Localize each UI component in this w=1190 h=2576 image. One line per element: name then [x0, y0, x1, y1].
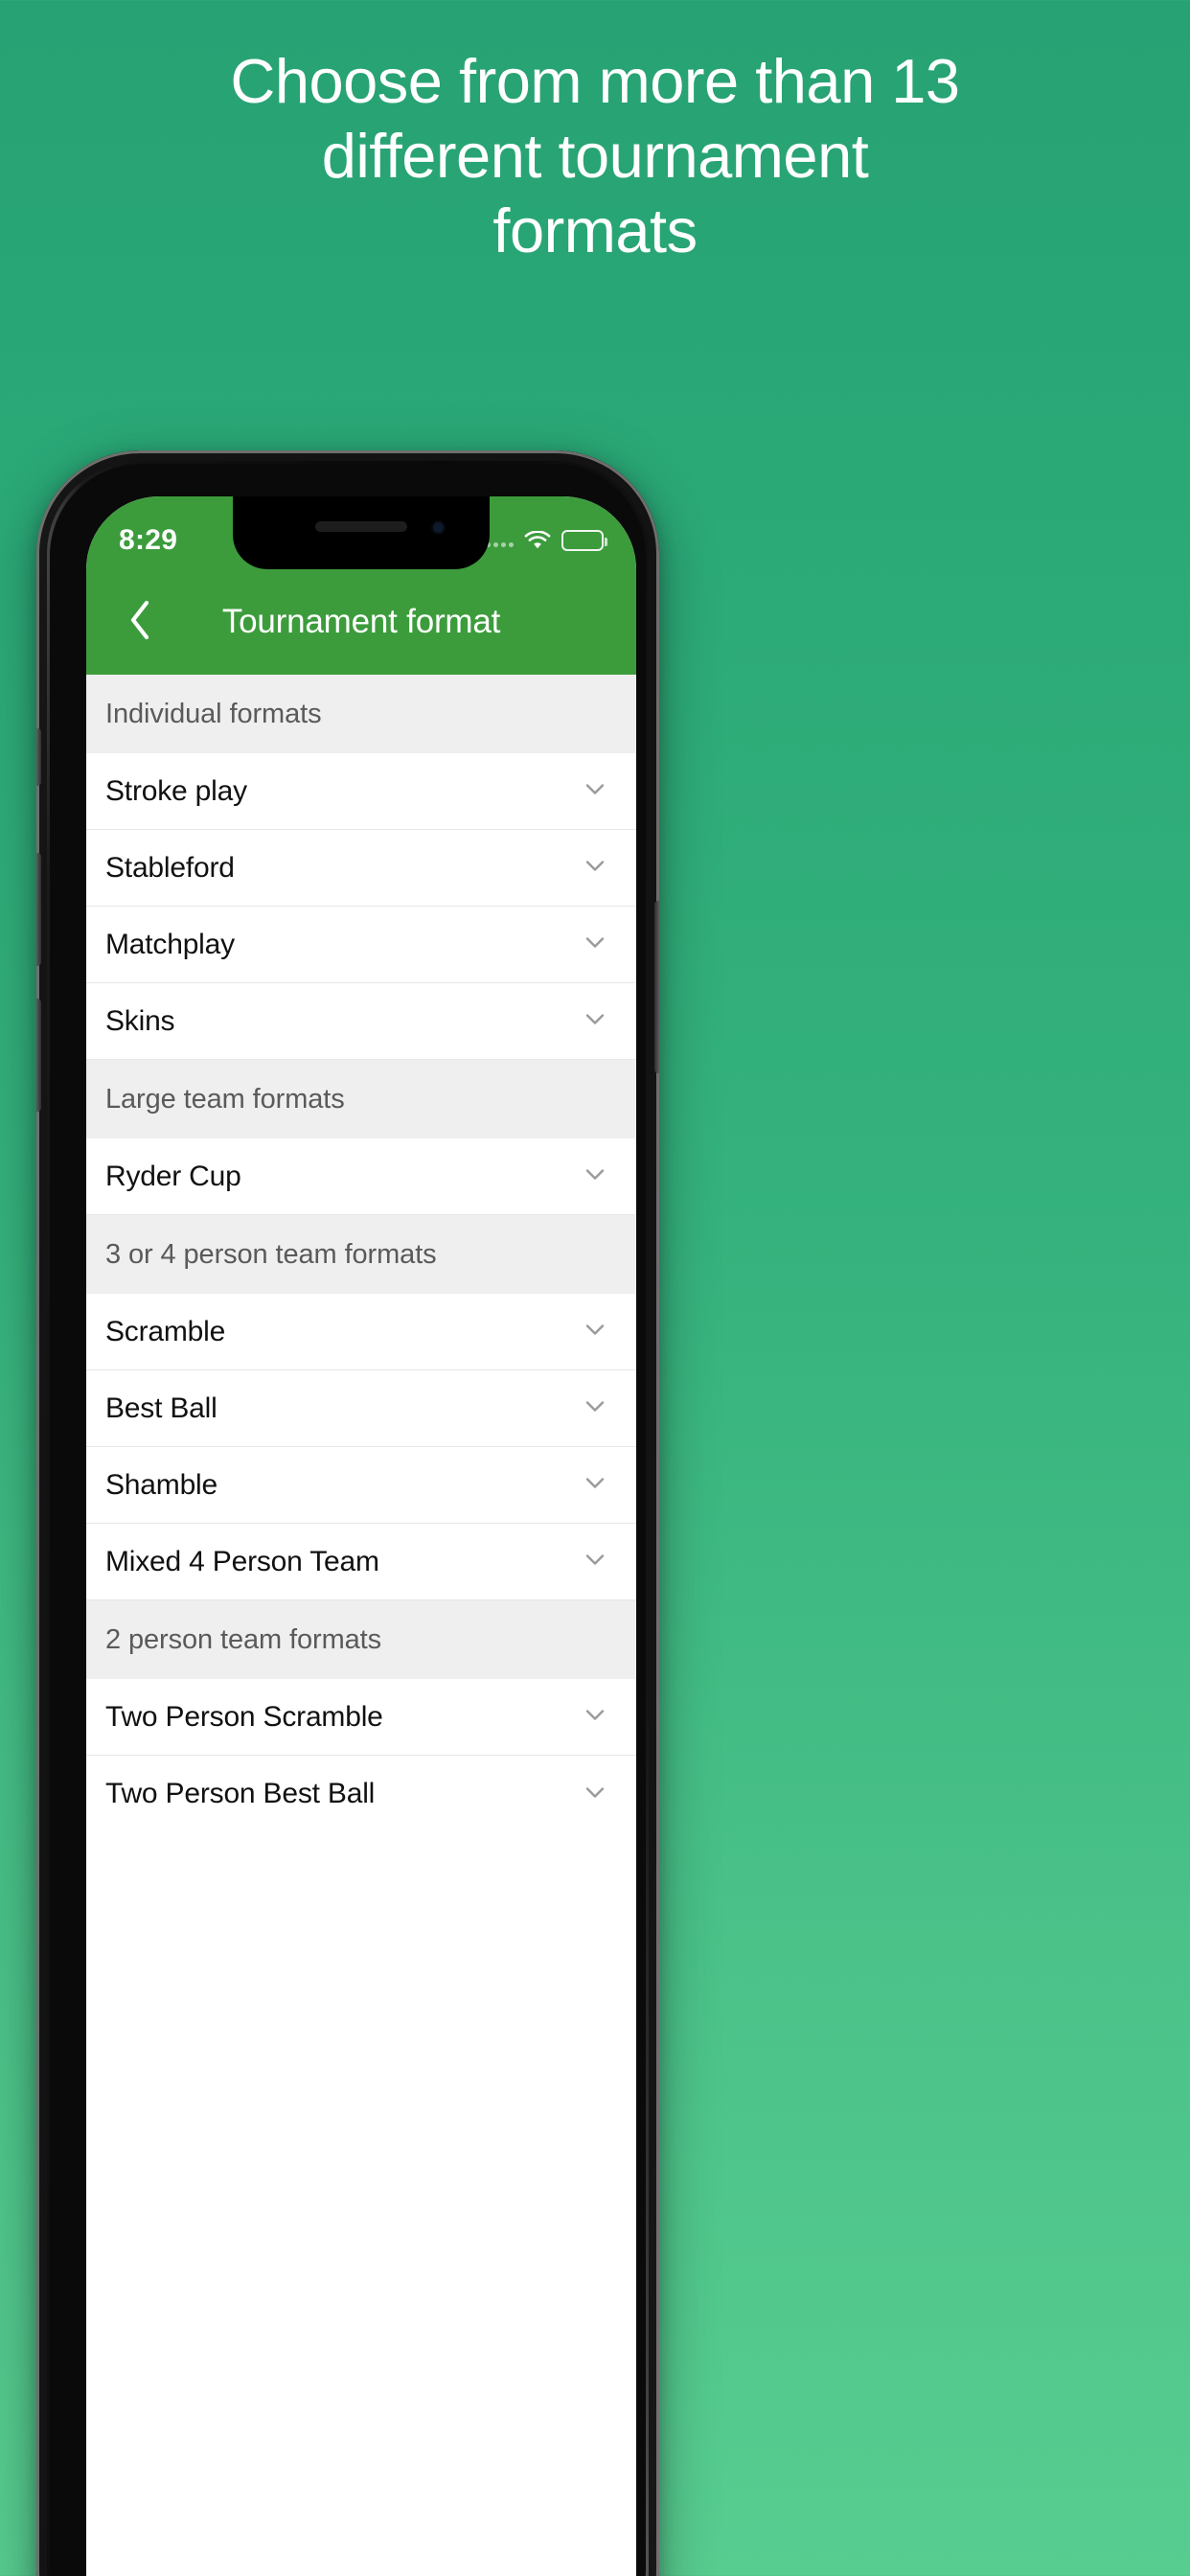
mute-switch-button[interactable] — [36, 728, 41, 786]
format-row-label: Scramble — [105, 1315, 226, 1347]
promo-headline-line-3: formats — [492, 195, 698, 265]
format-row-label: Two Person Best Ball — [105, 1778, 376, 1809]
chevron-down-icon[interactable] — [583, 1006, 607, 1036]
section-header: 3 or 4 person team formats — [86, 1215, 636, 1294]
format-row-label: Best Ball — [105, 1392, 217, 1424]
format-row[interactable]: Skins — [86, 983, 636, 1060]
chevron-down-icon[interactable] — [583, 1393, 607, 1423]
section-header: Individual formats — [86, 675, 636, 753]
format-row-label: Two Person Scramble — [105, 1700, 383, 1733]
format-row[interactable]: Stroke play — [86, 753, 636, 830]
format-row-label: Ryder Cup — [105, 1160, 241, 1192]
promo-headline-line-1: Choose from more than 13 — [230, 46, 960, 116]
phone-screen: 8:29 Tournament format Individual format… — [86, 496, 636, 2576]
format-row-label: Mixed 4 Person Team — [105, 1545, 379, 1577]
status-bar-clock: 8:29 — [119, 524, 178, 556]
status-bar-indicators — [486, 530, 607, 551]
earpiece-speaker-icon — [315, 521, 407, 532]
wifi-icon — [524, 530, 551, 551]
chevron-down-icon[interactable] — [583, 1470, 607, 1500]
chevron-down-icon[interactable] — [583, 1702, 607, 1732]
phone-notch — [233, 496, 490, 569]
format-row[interactable]: Best Ball — [86, 1370, 636, 1447]
section-header: 2 person team formats — [86, 1600, 636, 1679]
chevron-down-icon[interactable] — [583, 930, 607, 959]
format-row-label: Matchplay — [105, 928, 235, 960]
promo-headline-line-2: different tournament — [321, 120, 869, 191]
format-row[interactable]: Stableford — [86, 830, 636, 907]
volume-up-button[interactable] — [36, 853, 41, 966]
chevron-down-icon[interactable] — [583, 776, 607, 806]
phone-inner-bezel: 8:29 Tournament format Individual format… — [50, 464, 646, 2576]
chevron-left-icon — [128, 599, 153, 646]
front-camera-icon — [431, 520, 446, 535]
format-row[interactable]: Shamble — [86, 1447, 636, 1524]
format-row[interactable]: Two Person Scramble — [86, 1679, 636, 1756]
promo-headline: Choose from more than 13 different tourn… — [0, 46, 1190, 265]
format-row[interactable]: Ryder Cup — [86, 1138, 636, 1215]
signal-dots-icon — [486, 534, 514, 547]
chevron-down-icon[interactable] — [583, 1780, 607, 1809]
format-row-label: Stroke play — [105, 774, 247, 807]
back-button[interactable] — [107, 569, 174, 675]
volume-down-button[interactable] — [36, 999, 41, 1112]
format-row-label: Stableford — [105, 851, 235, 884]
chevron-down-icon[interactable] — [583, 1547, 607, 1576]
format-row[interactable]: Matchplay — [86, 907, 636, 983]
chevron-down-icon[interactable] — [583, 853, 607, 883]
format-row-label: Skins — [105, 1004, 175, 1037]
section-header: Large team formats — [86, 1060, 636, 1138]
chevron-down-icon[interactable] — [583, 1162, 607, 1191]
format-row[interactable]: Two Person Best Ball — [86, 1756, 636, 1832]
format-list[interactable]: Individual formats Stroke play Stableford M… — [86, 675, 636, 2576]
power-button[interactable] — [654, 901, 659, 1073]
format-row-label: Shamble — [105, 1468, 218, 1501]
battery-icon — [561, 530, 607, 551]
phone-device-frame: 8:29 Tournament format Individual format… — [36, 450, 659, 2576]
chevron-down-icon[interactable] — [583, 1317, 607, 1346]
format-row[interactable]: Mixed 4 Person Team — [86, 1524, 636, 1600]
format-row[interactable]: Scramble — [86, 1294, 636, 1370]
navigation-bar: Tournament format — [86, 569, 636, 675]
